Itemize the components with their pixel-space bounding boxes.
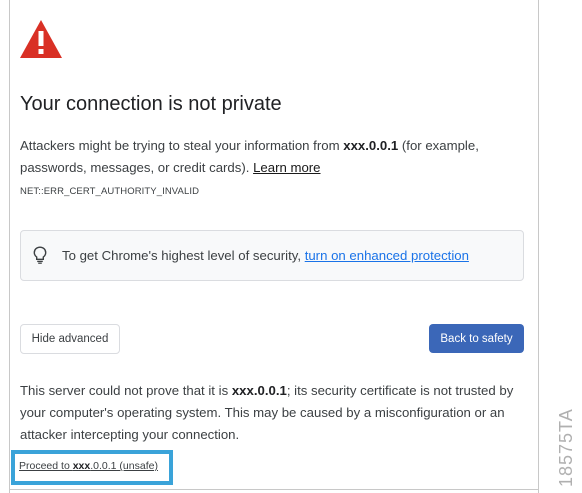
proceed-suffix: (unsafe): [116, 460, 158, 472]
proceed-host-bold: xxx: [72, 460, 91, 472]
message-host: xxx.0.0.1: [343, 138, 399, 153]
proceed-host-rest: .0.0.1: [90, 460, 117, 472]
message-text: Attackers might be trying to steal your …: [20, 138, 344, 153]
warning-message: Attackers might be trying to steal your …: [20, 135, 525, 179]
page-title: Your connection is not private: [20, 93, 282, 115]
advanced-details: This server could not prove that it is x…: [20, 380, 532, 446]
error-code: NET::ERR_CERT_AUTHORITY_INVALID: [20, 186, 200, 197]
lightbulb-icon: [33, 246, 47, 264]
enhanced-protection-message: To get Chrome's highest level of securit…: [62, 248, 469, 263]
advanced-host: xxx.0.0.1: [231, 383, 287, 398]
figure-id-label: 18575TA: [556, 408, 576, 487]
hide-advanced-button[interactable]: Hide advanced: [20, 324, 120, 354]
proceed-prefix: Proceed to: [19, 460, 73, 472]
proceed-unsafe-link[interactable]: Proceed to xxx.0.0.1 (unsafe): [19, 460, 158, 472]
enhanced-protection-text: To get Chrome's highest level of securit…: [62, 248, 305, 263]
warning-triangle-icon: [20, 20, 62, 58]
enhanced-protection-link[interactable]: turn on enhanced protection: [305, 248, 469, 263]
learn-more-link[interactable]: Learn more: [253, 160, 320, 175]
advanced-text: This server could not prove that it is: [20, 383, 232, 398]
enhanced-protection-banner: To get Chrome's highest level of securit…: [20, 230, 524, 281]
page-bottom-divider: [9, 489, 539, 490]
back-to-safety-button[interactable]: Back to safety: [429, 324, 524, 353]
